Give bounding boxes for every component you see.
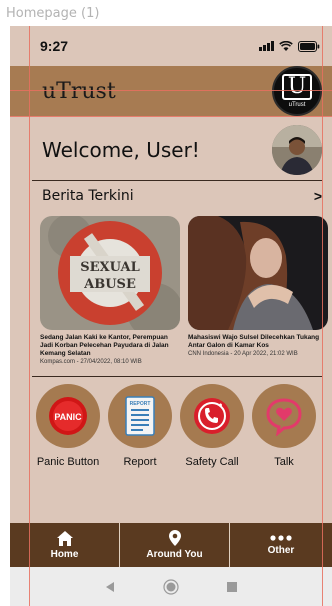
safety-call-button[interactable]: Safety Call [179, 384, 245, 468]
guide-line [10, 90, 332, 91]
divider [32, 180, 322, 181]
report-icon: REPORT [125, 396, 155, 436]
report-button[interactable]: REPORT Report [107, 384, 173, 468]
wifi-icon [279, 40, 293, 51]
safety-call-label: Safety Call [185, 456, 239, 468]
status-bar: 9:27 [10, 26, 332, 66]
nav-home[interactable]: Home [10, 523, 120, 567]
nav-other-label: Other [267, 544, 295, 556]
news-source: CNN Indonesia - 20 Apr 2022, 21:02 WIB [188, 351, 298, 357]
recents-icon[interactable] [227, 581, 237, 592]
news-card[interactable]: SEXUAL ABUSE Sedang Jalan Kaki ke Kantor… [40, 216, 180, 368]
news-headline: Sedang Jalan Kaki ke Kantor, Perempuan J… [40, 334, 169, 357]
news-image: SEXUAL ABUSE [40, 216, 180, 330]
report-button-label: Report [123, 456, 157, 468]
logo-caption: uTrust [288, 102, 306, 108]
welcome-section: Welcome, User! [10, 122, 332, 177]
safety-call-circle[interactable] [180, 384, 244, 448]
nav-around-you[interactable]: Around You [120, 523, 230, 567]
news-source: Kompas.com - 27/04/2022, 08:10 WIB [40, 359, 142, 365]
guide-line [10, 116, 332, 117]
panic-button-circle[interactable]: PANIC [36, 384, 100, 448]
panic-icon: PANIC [49, 397, 87, 435]
signal-icon [259, 41, 274, 51]
nav-home-label: Home [50, 548, 79, 560]
news-card[interactable]: Mahasiswi Wajo Sulsel Dilecehkan Tukang … [188, 216, 328, 368]
app-header: uTrust U uTrust [10, 66, 332, 116]
more-dots-icon [270, 534, 292, 541]
location-pin-icon [168, 530, 181, 546]
panic-icon-text: PANIC [54, 412, 82, 422]
report-button-circle[interactable]: REPORT [108, 384, 172, 448]
battery-icon [298, 40, 320, 52]
nav-other[interactable]: Other [230, 523, 332, 567]
home-icon [56, 530, 73, 546]
report-icon-text: REPORT [130, 401, 151, 407]
talk-label: Talk [274, 456, 294, 468]
bottom-nav: Home Around You Other [10, 523, 332, 567]
talk-icon [266, 398, 302, 436]
app-logo[interactable]: U uTrust [272, 66, 322, 116]
panic-button[interactable]: PANIC Panic Button [35, 384, 101, 468]
guide-line [322, 26, 323, 606]
home-button-icon[interactable] [163, 578, 179, 595]
app-title: uTrust [42, 78, 116, 104]
news-image [188, 216, 328, 330]
news-headline: Mahasiswi Wajo Sulsel Dilecehkan Tukang … [188, 334, 320, 349]
safety-call-icon [194, 398, 230, 434]
welcome-text: Welcome, User! [42, 137, 200, 162]
status-time: 9:27 [40, 38, 69, 54]
back-icon[interactable] [105, 581, 115, 592]
news-more-button[interactable]: > [314, 188, 322, 204]
avatar[interactable] [272, 124, 322, 175]
talk-button-circle[interactable] [252, 384, 316, 448]
logo-letter: U [281, 74, 313, 100]
news-section-title: Berita Terkini [42, 188, 134, 204]
frame-label: Homepage (1) [6, 6, 100, 21]
guide-line [29, 26, 30, 606]
system-navigation-bar [10, 567, 332, 606]
system-icons [259, 40, 320, 52]
news-carousel[interactable]: SEXUAL ABUSE Sedang Jalan Kaki ke Kantor… [40, 216, 332, 368]
news-header: Berita Terkini > [42, 186, 322, 206]
phone-screen: 9:27 uTrust U uTrust Welcome, User! Beri… [10, 26, 332, 606]
avatar-photo [272, 124, 322, 175]
divider [32, 376, 322, 377]
talk-button[interactable]: Talk [251, 384, 317, 468]
quick-actions: PANIC Panic Button REPORT Report Safety … [35, 384, 332, 468]
stamp-text-line-2: ABUSE [83, 277, 136, 292]
stamp-text-line-1: SEXUAL [80, 260, 140, 275]
nav-around-you-label: Around You [146, 549, 203, 560]
panic-button-label: Panic Button [36, 456, 100, 468]
